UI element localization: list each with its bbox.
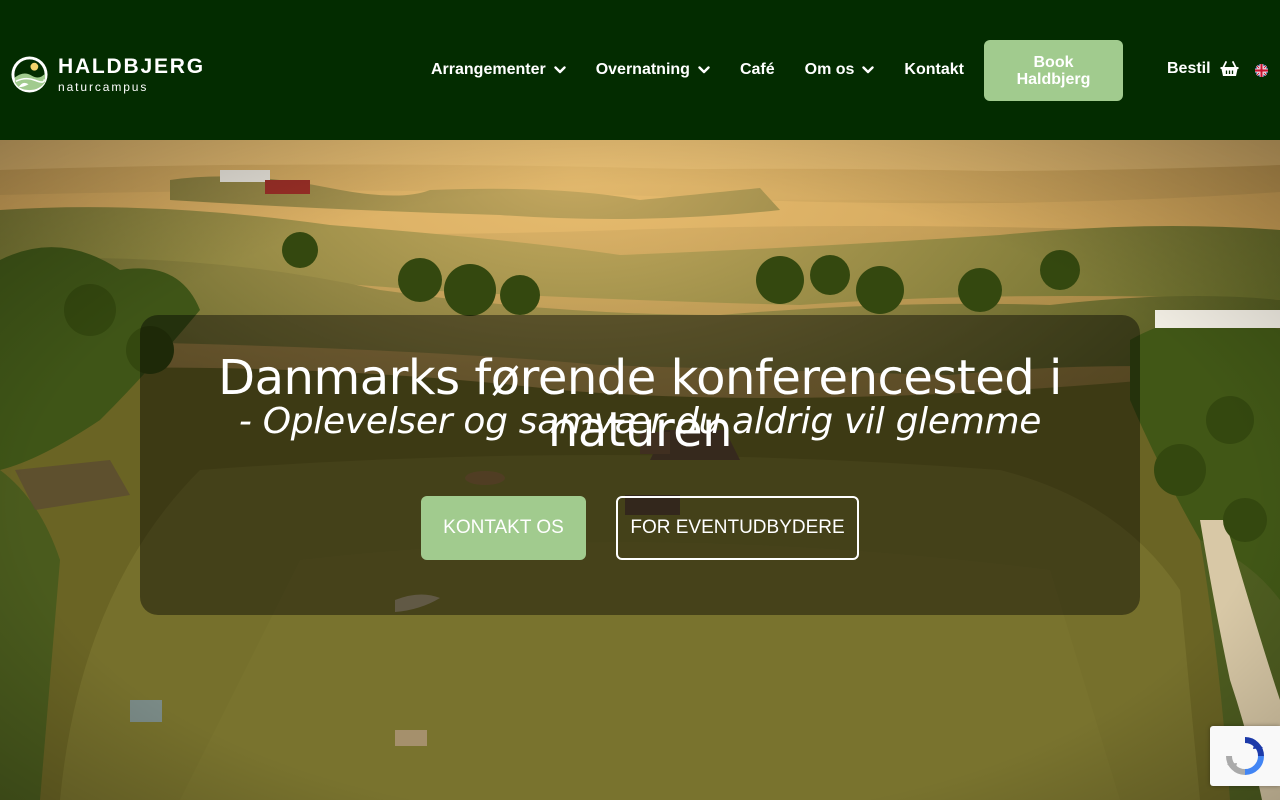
- hero-section: Danmarks førende konferencested i nature…: [0, 140, 1280, 800]
- basket-icon: [1220, 61, 1239, 76]
- contact-us-button[interactable]: KONTAKT OS: [421, 496, 586, 560]
- logo-tagline: naturcampus: [58, 79, 149, 94]
- nav-item-om-os[interactable]: Om os: [805, 61, 875, 79]
- cart-button[interactable]: Bestil: [1167, 60, 1239, 78]
- nav-item-overnatning[interactable]: Overnatning: [596, 61, 710, 79]
- nav-item-arrangementer[interactable]: Arrangementer: [431, 61, 566, 79]
- hero-button-row: KONTAKT OS FOR EVENTUDBYDERE: [140, 496, 1140, 560]
- nav-item-label: Café: [739, 61, 775, 78]
- hero-subtitle: - Oplevelser og samvær du aldrig vil gle…: [238, 401, 1042, 442]
- nav-item-kontakt[interactable]: Kontakt: [904, 61, 964, 79]
- chevron-down-icon: [554, 66, 566, 74]
- logo-name: HALDBJERG: [58, 54, 205, 78]
- site-header: HALDBJERG naturcampus Arrangementer Over…: [0, 0, 1280, 140]
- recaptcha-icon: [1226, 737, 1264, 775]
- chevron-down-icon: [698, 66, 710, 74]
- nav-item-label: Kontakt: [904, 61, 964, 78]
- book-haldbjerg-button[interactable]: Book Haldbjerg: [984, 40, 1123, 101]
- nav-item-cafe[interactable]: Café: [740, 61, 775, 79]
- nav-item-label: Arrangementer: [431, 61, 546, 78]
- logo-icon: [11, 56, 48, 93]
- logo[interactable]: HALDBJERG naturcampus: [10, 55, 205, 94]
- main-nav: Arrangementer Overnatning Café Om os Kon…: [431, 60, 964, 80]
- nav-item-label: Overnatning: [595, 61, 690, 78]
- hero-overlay-card: Danmarks førende konferencested i nature…: [140, 315, 1140, 615]
- cart-label: Bestil: [1167, 60, 1211, 77]
- uk-flag-icon[interactable]: [1255, 64, 1268, 77]
- nav-item-label: Om os: [804, 61, 855, 78]
- event-providers-button[interactable]: FOR EVENTUDBYDERE: [616, 496, 859, 560]
- recaptcha-badge[interactable]: [1210, 726, 1280, 786]
- chevron-down-icon: [862, 66, 875, 74]
